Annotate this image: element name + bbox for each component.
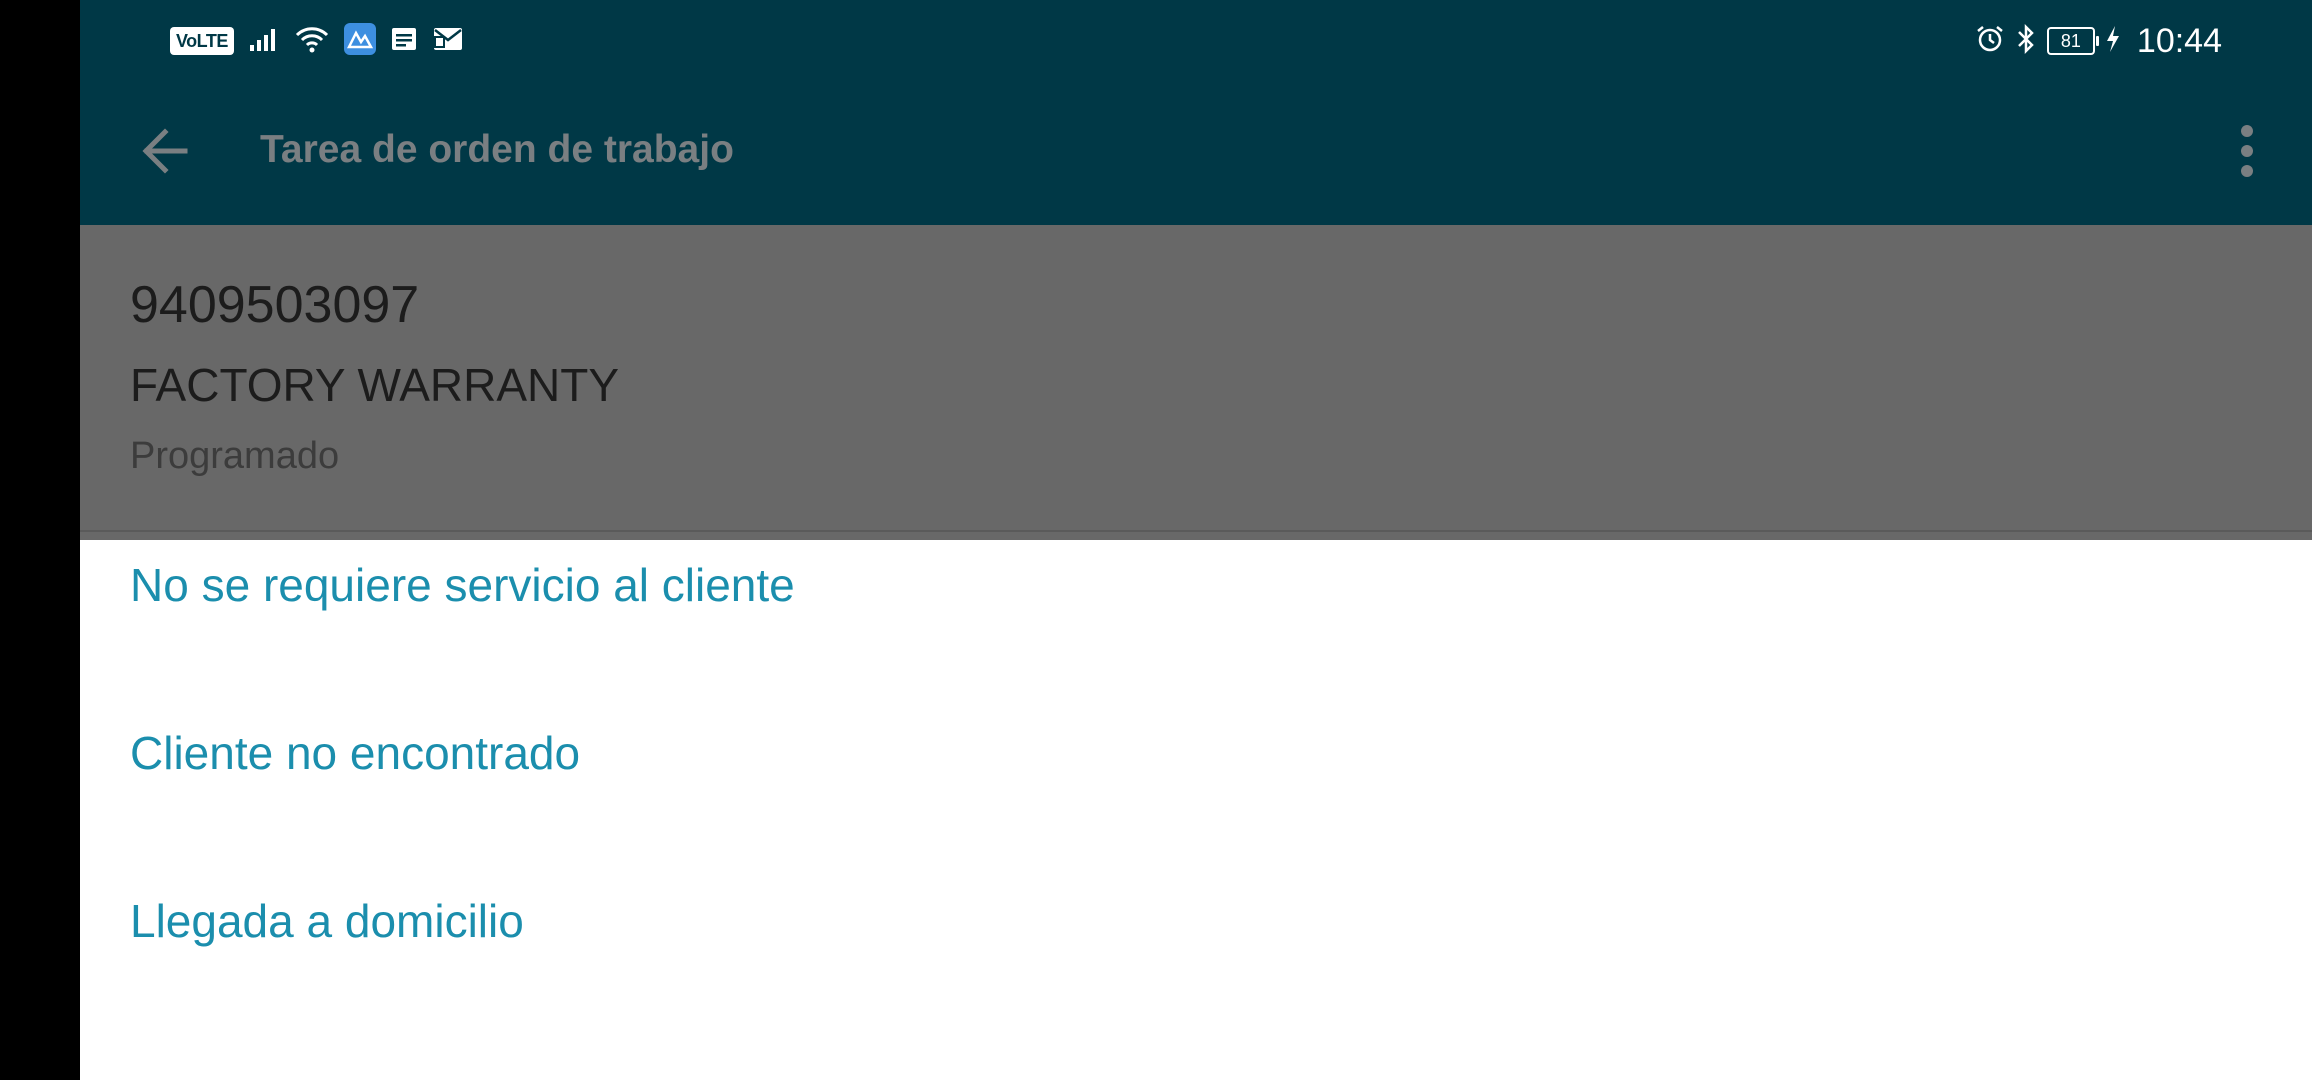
mail-icon xyxy=(432,26,464,57)
wifi-icon xyxy=(294,24,330,59)
arrow-left-icon xyxy=(137,123,193,184)
more-vert-icon xyxy=(2239,121,2255,186)
clock: 10:44 xyxy=(2136,21,2222,60)
option-arrival-at-home[interactable]: Llegada a domicilio xyxy=(130,871,524,971)
option-customer-not-found[interactable]: Cliente no encontrado xyxy=(130,703,580,803)
option-no-service-required[interactable]: No se requiere servicio al cliente xyxy=(130,535,795,635)
status-bar: VoLTE 81 10:44 xyxy=(80,0,2312,82)
message-icon xyxy=(390,26,418,57)
work-order-header: 9409503097 FACTORY WARRANTY Programado xyxy=(80,225,2312,540)
work-order-number: 9409503097 xyxy=(130,276,420,334)
status-bar-right: 81 10:44 xyxy=(1975,18,2222,64)
app-notification-icon xyxy=(343,22,376,60)
header-divider xyxy=(80,530,2312,532)
app-toolbar: Tarea de orden de trabajo xyxy=(80,82,2312,225)
battery-level: 81 xyxy=(2060,30,2081,51)
signal-icon xyxy=(248,25,280,58)
back-button[interactable] xyxy=(130,118,200,188)
alarm-icon xyxy=(1975,24,2005,59)
volte-badge: VoLTE xyxy=(170,27,234,55)
page-title: Tarea de orden de trabajo xyxy=(260,128,734,171)
charging-icon xyxy=(2105,24,2121,59)
overflow-menu-button[interactable] xyxy=(2222,118,2272,188)
left-black-bar xyxy=(0,0,80,1080)
work-order-type: FACTORY WARRANTY xyxy=(130,359,620,411)
work-order-status: Programado xyxy=(130,435,340,477)
status-bar-left: VoLTE xyxy=(170,22,464,60)
battery-icon: 81 xyxy=(2046,27,2099,55)
bluetooth-icon xyxy=(2015,23,2037,60)
app-window: VoLTE 81 10:44 Tarea de orden de trabajo… xyxy=(80,0,2312,1080)
